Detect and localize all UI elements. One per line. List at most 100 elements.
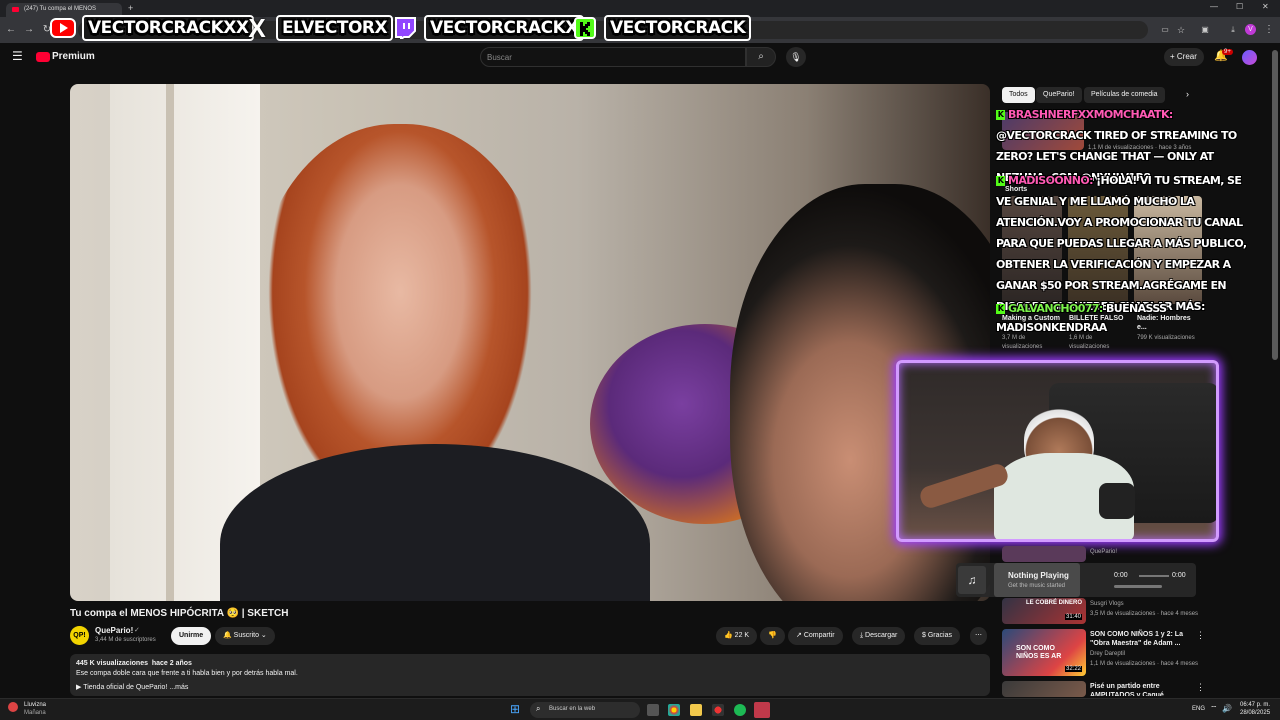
social-name: VECTORCRACKXX <box>82 15 255 41</box>
dislike-button[interactable]: 👎 <box>760 627 785 645</box>
social-name: VECTORCRACKX <box>424 15 584 41</box>
create-label: Crear <box>1176 52 1197 61</box>
file-explorer-icon[interactable] <box>690 704 702 716</box>
kick-badge-icon: K <box>996 176 1005 186</box>
join-button[interactable]: Unirme <box>171 627 212 645</box>
chip-comedia[interactable]: Películas de comedia <box>1084 87 1165 103</box>
taskbar-search-icon: ⌕ <box>536 704 541 713</box>
music-note-icon: ♫ <box>958 566 986 594</box>
channel-avatar[interactable]: QP! <box>70 626 89 645</box>
more-actions-button[interactable]: ⋯ <box>970 627 987 645</box>
notification-count: 9+ <box>1222 49 1233 55</box>
chip-todos[interactable]: Todos <box>1002 87 1035 103</box>
like-count: 22 K <box>734 632 750 639</box>
hamburger-menu-icon[interactable]: ☰ <box>12 49 23 63</box>
channel-name[interactable]: QuePario! <box>95 626 133 635</box>
page-scrollbar[interactable] <box>1272 50 1278 360</box>
social-name: ELVECTORX <box>276 15 394 41</box>
spotify-icon[interactable] <box>734 704 746 716</box>
related-thumbnail[interactable] <box>1002 681 1086 697</box>
share-icon: ↗ <box>796 632 804 639</box>
search-input[interactable]: Buscar <box>480 47 746 67</box>
share-button[interactable]: ↗ Compartir <box>788 627 843 645</box>
youtube-icon <box>50 17 76 39</box>
store-link[interactable]: ▶ Tienda oficial de QuePario! <box>76 684 167 691</box>
weather-subtext: Mañana <box>24 710 46 716</box>
related-thumbnail[interactable]: SON COMO NIÑOS ES AR 32:22 <box>1002 629 1086 676</box>
chat-text: BUENASSS <box>1105 302 1167 315</box>
description-box[interactable]: 445 K visualizaciones hace 2 años Ese co… <box>70 654 990 696</box>
music-widget[interactable]: ♫ Nothing Playing Get the music started … <box>956 563 1196 597</box>
thanks-button[interactable]: $ Gracias <box>914 627 960 645</box>
youtube-favicon-icon <box>12 7 19 12</box>
windows-start-icon[interactable]: ⊞ <box>510 703 520 715</box>
bookmark-star-icon[interactable]: ☆ <box>1174 23 1188 37</box>
obs-icon[interactable] <box>712 704 724 716</box>
clock-time[interactable]: 06:47 p. m. <box>1240 702 1270 709</box>
related-thumbnail[interactable] <box>1002 546 1086 562</box>
microphone-icon[interactable]: 🎙 <box>786 47 806 67</box>
extensions-icon[interactable]: ▣ <box>1198 23 1212 37</box>
user-avatar[interactable] <box>1242 50 1257 65</box>
related-title[interactable]: SON COMO NIÑOS 1 y 2: La "Obra Maestra" … <box>1090 630 1190 648</box>
kick-badge-icon: K <box>996 110 1005 120</box>
premium-brand[interactable]: Premium <box>52 51 95 62</box>
music-title: Nothing Playing <box>1008 571 1069 580</box>
music-subtitle: Get the music started <box>1008 583 1066 589</box>
x-icon: X <box>248 12 266 43</box>
plus-icon: + <box>1170 52 1177 61</box>
download-button[interactable]: ⤓ Descargar <box>852 627 906 645</box>
youtube-logo-icon[interactable] <box>36 52 50 62</box>
related-channel: Susgri Vlogs <box>1090 601 1124 607</box>
active-app-icon[interactable] <box>754 702 770 718</box>
chips-next-icon[interactable]: › <box>1186 89 1189 99</box>
profile-avatar[interactable]: V <box>1245 24 1256 35</box>
search-icon[interactable]: ⌕ <box>746 47 776 67</box>
kick-icon <box>572 17 598 39</box>
minimize-icon[interactable]: — <box>1210 2 1218 11</box>
chrome-icon[interactable] <box>668 704 680 716</box>
video-player[interactable] <box>70 84 990 601</box>
verified-icon: ✓ <box>134 627 140 634</box>
back-icon[interactable]: ← <box>4 23 18 37</box>
bell-small-icon: 🔔 <box>223 632 234 639</box>
duration-badge: 31:40 <box>1065 614 1083 620</box>
close-window-icon[interactable]: ✕ <box>1262 2 1269 11</box>
music-progress[interactable] <box>1139 575 1169 577</box>
subscribed-button[interactable]: 🔔 Suscrito ⌄ <box>215 627 275 645</box>
forward-icon[interactable]: → <box>22 23 36 37</box>
more-link[interactable]: ...más <box>169 684 188 691</box>
clock-date[interactable]: 28/08/2025 <box>1240 710 1270 717</box>
chip-queparió[interactable]: QuePario! <box>1036 87 1082 103</box>
create-button[interactable]: + Crear <box>1164 48 1204 66</box>
maximize-icon[interactable]: ☐ <box>1236 2 1243 11</box>
video-frame-detail <box>166 84 174 601</box>
weather-icon <box>8 702 18 712</box>
taskbar-search-input[interactable]: ⌕ Buscar en la web <box>530 702 640 718</box>
thanks-label: Gracias <box>927 632 952 639</box>
youtube-header: ☰ Premium Buscar ⌕ 🎙 + Crear 🔔 9+ <box>0 43 1280 71</box>
chat-username: GALVANCHO077: <box>1008 302 1103 315</box>
related-meta: 1,1 M de visualizaciones · hace 4 meses <box>1090 661 1199 667</box>
related-menu-icon[interactable]: ⋮ <box>1196 630 1205 641</box>
task-view-icon[interactable] <box>647 704 659 716</box>
menu-dots-icon[interactable]: ⋮ <box>1262 23 1276 37</box>
video-title: Tu compa el MENOS HIPÓCRITA 🥺 | SKETCH <box>70 608 289 619</box>
webcam-overlay <box>896 360 1219 542</box>
volume-icon[interactable]: 🔊 <box>1222 704 1232 713</box>
like-button[interactable]: 👍 22 K <box>716 627 758 645</box>
download-icon[interactable]: ⤓ <box>1226 23 1240 37</box>
music-volume[interactable] <box>1114 585 1162 588</box>
new-tab-button[interactable]: + <box>128 3 133 13</box>
related-menu-icon[interactable]: ⋮ <box>1196 682 1205 693</box>
social-kick: VECTORCRACK <box>572 14 752 42</box>
language-indicator[interactable]: ENG <box>1192 706 1205 713</box>
cast-icon[interactable]: ▭ <box>1158 23 1172 37</box>
related-title[interactable]: Pisé un partido entre AMPUTADOS y Cagué … <box>1090 682 1190 696</box>
music-time-start: 0:00 <box>1114 572 1128 579</box>
thumbs-down-icon: 👎 <box>768 632 777 639</box>
chevron-down-icon: ⌄ <box>258 632 267 639</box>
wifi-icon[interactable]: ⌔ <box>1210 704 1218 714</box>
related-thumbnail[interactable]: LE COBRÉ DINERO 31:40 <box>1002 598 1086 624</box>
weather-text[interactable]: Lluvizna <box>24 702 46 709</box>
